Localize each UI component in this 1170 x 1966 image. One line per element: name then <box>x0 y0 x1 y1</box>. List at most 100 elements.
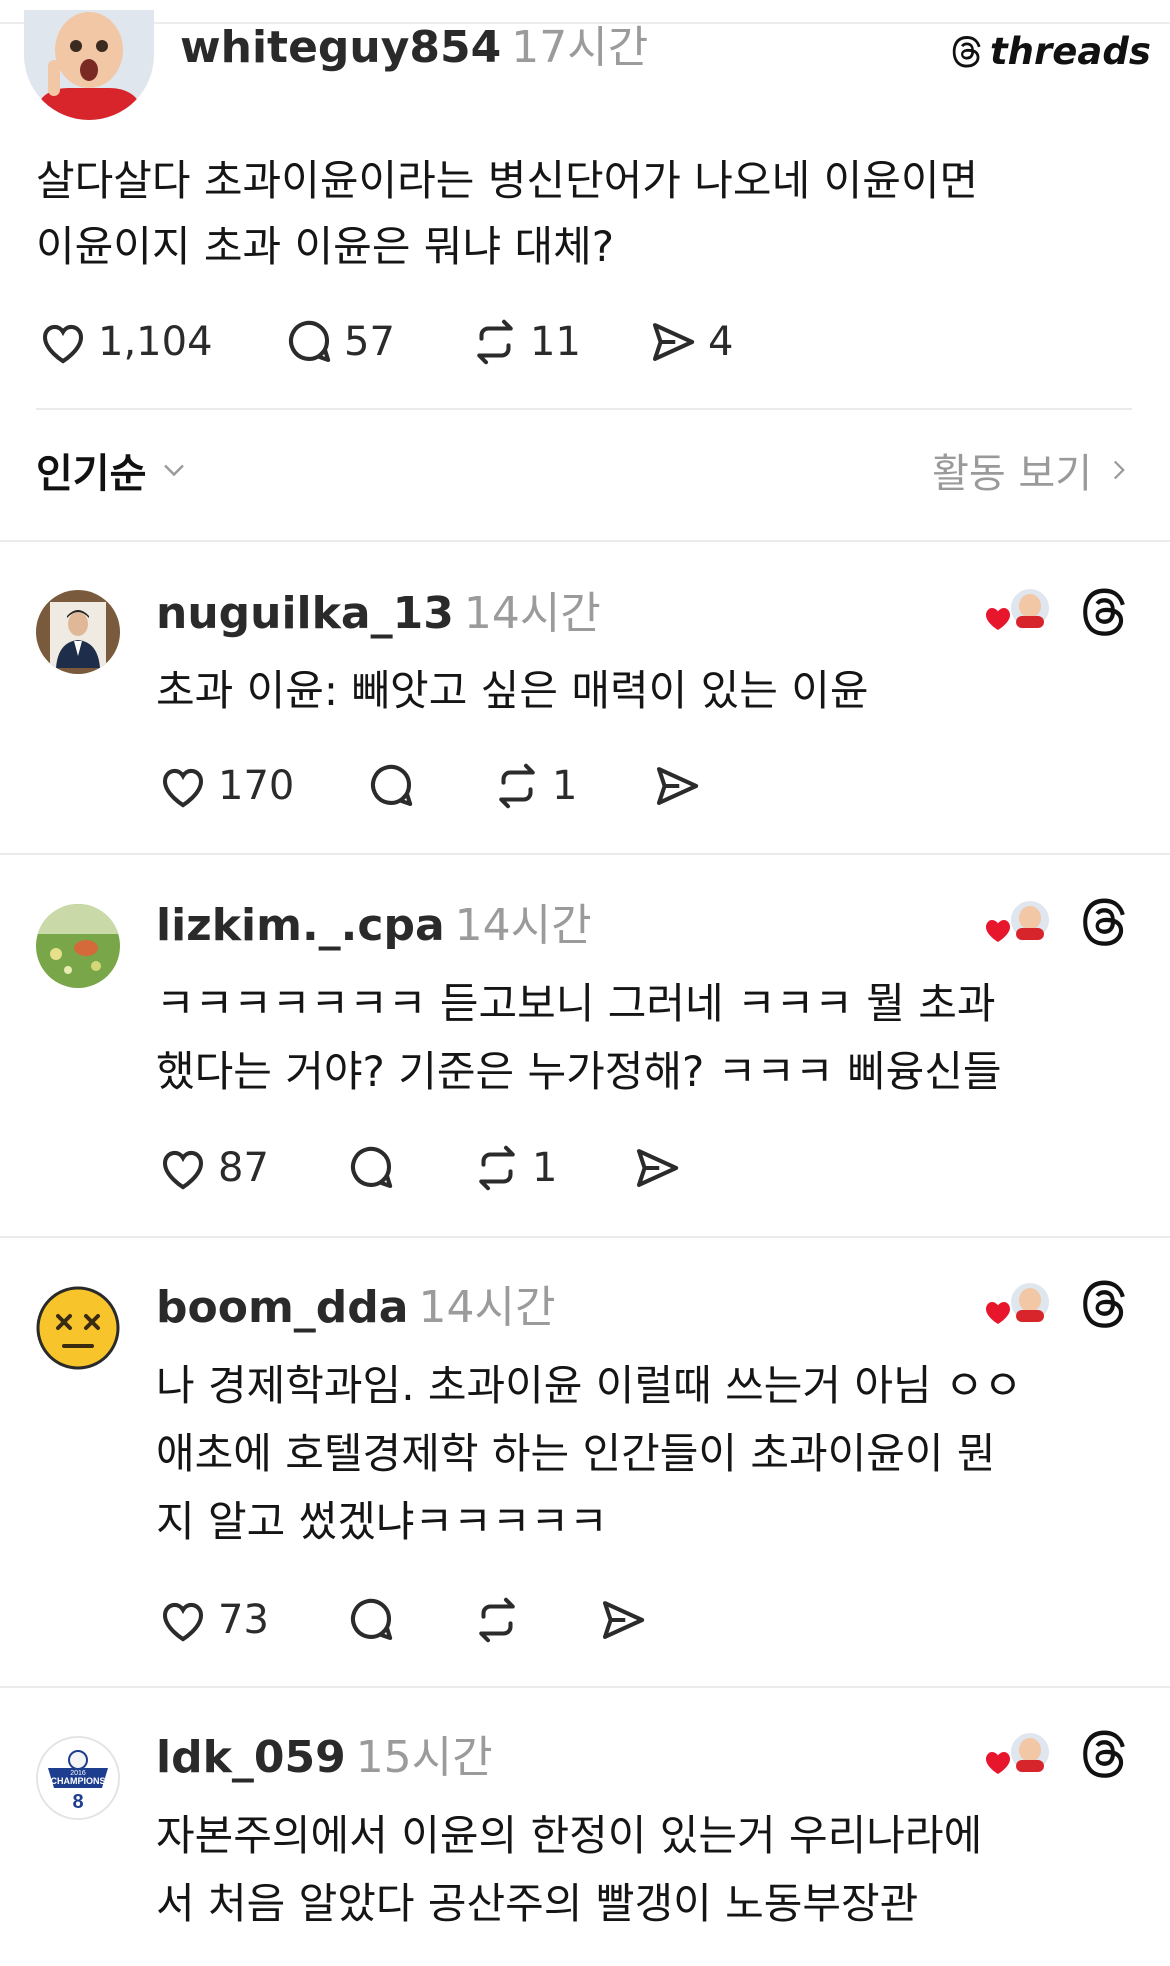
threads-icon[interactable] <box>1076 1276 1130 1334</box>
reply-time: 14시간 <box>418 1282 556 1333</box>
activity-label: 활동 보기 <box>932 451 1092 497</box>
username-text[interactable]: boom_dda <box>156 1282 408 1333</box>
repost-count: 11 <box>530 319 581 365</box>
comment-icon <box>289 320 331 363</box>
reply-line: 자본주의에서 이윤의 한정이 있는거 우리나라에 <box>156 1811 983 1860</box>
like-count: 87 <box>218 1145 269 1191</box>
main-post-line: 이윤이지 초과 이윤은 뭐냐 대체? <box>36 222 615 271</box>
threads-icon[interactable] <box>1076 1726 1130 1784</box>
heart-icon <box>42 324 84 364</box>
liked-by-author-badge <box>984 1280 1054 1330</box>
reply-line: 서 처음 알았다 공산주의 빨갱이 노동부장관 <box>156 1879 919 1928</box>
share-count: 4 <box>708 319 734 365</box>
reply-avatar[interactable] <box>36 904 120 988</box>
badge-title: CHAMPIONS <box>50 1776 105 1786</box>
reply-avatar[interactable]: 2016 CHAMPIONS 8 <box>36 1736 120 1820</box>
comment-icon <box>371 764 413 807</box>
reply-actions: 170 1 <box>156 756 956 816</box>
reply-time: 14시간 <box>454 900 592 951</box>
activity-link[interactable]: 활동 보기 <box>932 440 1136 500</box>
repost-button[interactable]: 1 <box>490 756 577 816</box>
share-button[interactable] <box>630 1138 684 1198</box>
reply-username[interactable]: boom_dda 14시간 <box>156 1278 555 1338</box>
comment-button[interactable] <box>364 756 426 816</box>
send-icon <box>656 767 699 805</box>
sort-bar: 인기순 활동 보기 <box>36 440 1136 500</box>
like-button[interactable]: 1,104 <box>36 312 213 372</box>
reply-avatar[interactable] <box>36 1286 120 1370</box>
reply-time: 14시간 <box>463 588 601 639</box>
heart-icon <box>162 768 204 808</box>
liked-by-author-badge <box>984 586 1054 636</box>
reply-text: 자본주의에서 이윤의 한정이 있는거 우리나라에 서 처음 알았다 공산주의 빨… <box>156 1802 982 1938</box>
like-count: 73 <box>218 1597 269 1643</box>
reply-time: 15시간 <box>355 1732 493 1783</box>
reply-line: 했다는 거야? 기준은 누가정해? ㅋㅋㅋ 삐융신들 <box>156 1047 1002 1096</box>
main-post-line: 살다살다 초과이윤이라는 병신단어가 나오네 이윤이면 <box>36 156 979 205</box>
threads-logo[interactable]: threads <box>948 26 1151 76</box>
reply-actions: 87 1 <box>156 1138 956 1198</box>
divider <box>0 1686 1170 1688</box>
like-count: 1,104 <box>98 319 213 365</box>
heart-icon <box>162 1602 204 1642</box>
divider <box>0 540 1170 542</box>
threads-icon[interactable] <box>1076 894 1130 952</box>
send-icon <box>636 1149 679 1187</box>
reply-username[interactable]: ldk_059 15시간 <box>156 1728 493 1788</box>
comment-icon <box>351 1598 393 1641</box>
reply-line: 나 경제학과임. 초과이윤 이럴때 쓰는거 아님 ㅇㅇ <box>156 1361 1023 1410</box>
sort-label: 인기순 <box>36 451 147 497</box>
chevron-down-icon <box>164 464 185 477</box>
threads-logo-icon <box>952 36 981 68</box>
sort-dropdown[interactable]: 인기순 <box>36 440 192 500</box>
main-post-avatar[interactable] <box>24 10 154 120</box>
username-text[interactable]: nuguilka_13 <box>156 588 454 639</box>
like-button[interactable]: 73 <box>156 1590 269 1650</box>
heart-icon <box>162 1150 204 1190</box>
like-button[interactable]: 87 <box>156 1138 269 1198</box>
comment-button[interactable] <box>344 1590 406 1650</box>
divider <box>0 853 1170 855</box>
reply-text: 초과 이윤: 빼앗고 싶은 매력이 있는 이윤 <box>156 658 869 724</box>
repost-icon <box>479 1145 515 1191</box>
send-icon <box>652 323 695 361</box>
reply-username[interactable]: nuguilka_13 14시간 <box>156 584 601 644</box>
divider <box>36 408 1132 410</box>
repost-icon <box>477 319 513 365</box>
username-text[interactable]: ldk_059 <box>156 1732 346 1783</box>
username-text[interactable]: lizkim._.cpa <box>156 900 445 951</box>
like-button[interactable]: 170 <box>156 756 294 816</box>
repost-count: 1 <box>552 763 578 809</box>
repost-button[interactable] <box>470 1590 532 1650</box>
repost-icon <box>479 1597 515 1643</box>
liked-by-author-badge <box>984 898 1054 948</box>
share-button[interactable] <box>596 1590 650 1650</box>
repost-button[interactable]: 11 <box>468 312 581 372</box>
threads-icon[interactable] <box>1076 584 1130 642</box>
send-icon <box>602 1601 645 1639</box>
share-button[interactable] <box>650 756 704 816</box>
divider <box>0 1236 1170 1238</box>
username-text[interactable]: whiteguy854 <box>180 22 501 73</box>
comment-count: 57 <box>344 319 395 365</box>
reply-line: 애초에 호텔경제학 하는 인간들이 초과이윤이 뭔 <box>156 1429 996 1478</box>
share-button[interactable]: 4 <box>646 312 733 372</box>
repost-count: 1 <box>532 1145 558 1191</box>
reply-line: ㅋㅋㅋㅋㅋㅋㅋ 듣고보니 그러네 ㅋㅋㅋ 뭘 초과 <box>156 979 996 1028</box>
liked-by-author-badge <box>984 1730 1054 1780</box>
reply-actions: 73 <box>156 1590 956 1650</box>
reply-line: 지 알고 썼겠냐ㅋㅋㅋㅋㅋ <box>156 1497 608 1546</box>
comment-button[interactable]: 57 <box>282 312 395 372</box>
reply-avatar[interactable] <box>36 590 120 674</box>
repost-button[interactable]: 1 <box>470 1138 557 1198</box>
reply-line: 초과 이윤: 빼앗고 싶은 매력이 있는 이윤 <box>156 666 869 715</box>
reply-text: 나 경제학과임. 초과이윤 이럴때 쓰는거 아님 ㅇㅇ 애초에 호텔경제학 하는… <box>156 1352 1022 1556</box>
main-post-username[interactable]: whiteguy854 17시간 <box>180 18 648 78</box>
comment-button[interactable] <box>344 1138 406 1198</box>
main-post-actions: 1,104 57 11 4 <box>36 312 936 372</box>
comment-icon <box>351 1146 393 1189</box>
reply-username[interactable]: lizkim._.cpa 14시간 <box>156 896 592 956</box>
post-time: 17시간 <box>511 22 649 73</box>
repost-icon <box>499 763 535 809</box>
badge-number: 8 <box>72 1791 83 1813</box>
